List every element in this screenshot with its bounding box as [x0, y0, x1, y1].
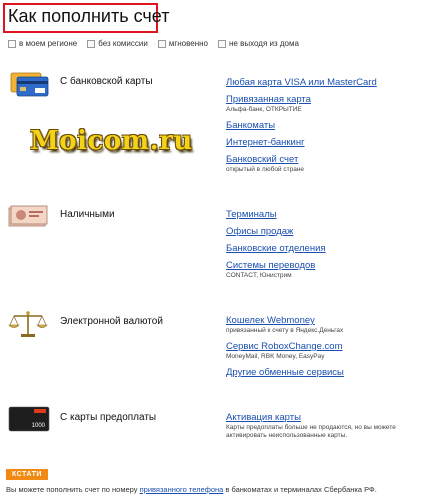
link-any-visa-mastercard[interactable]: Любая карта VISA или MasterCard [226, 77, 431, 88]
page-title: Как пополнить счет [8, 6, 170, 26]
prepaid-card-value: 1000 [32, 423, 46, 429]
footer-text-after: в банкоматах и терминалах Сбербанка РФ. [223, 485, 377, 494]
bank-card-options: Любая карта VISA или MasterCard Привязан… [226, 77, 431, 174]
link-roboxchange-note: MoneyMail, RBK Money, EasyPay [226, 353, 325, 360]
filter-label: мгновенно [168, 39, 208, 48]
filter-label: без комиссии [98, 39, 148, 48]
link-roboxchange[interactable]: Сервис RoboxChange.com [226, 341, 431, 352]
link-bank-branches[interactable]: Банковские отделения [226, 243, 431, 254]
scales-icon [8, 310, 48, 343]
link-bank-account[interactable]: Банковский счет [226, 154, 431, 165]
filter-bar: в моем регионе без комиссии мгновенно не… [8, 39, 299, 48]
link-linked-card-note: Альфа-банк, ОТКРЫТИЕ [226, 106, 302, 113]
filter-instant[interactable]: мгновенно [157, 39, 208, 48]
checkbox-icon[interactable] [218, 39, 226, 48]
link-card-activation[interactable]: Активация карты [226, 412, 432, 423]
checkbox-icon[interactable] [87, 39, 96, 48]
link-transfer-systems[interactable]: Системы переводов [226, 260, 431, 271]
cash-options: Терминалы Офисы продаж Банковские отделе… [226, 209, 431, 280]
section-label-e-currency: Электронной валютой [60, 316, 163, 327]
section-label-prepaid-card: С карты предоплаты [60, 412, 157, 423]
filter-from-home[interactable]: не выходя из дома [218, 39, 299, 48]
link-card-activation-note: Карты предоплаты больше не продаются, но… [226, 424, 396, 439]
filter-in-my-region[interactable]: в моем регионе [8, 39, 77, 48]
link-atms[interactable]: Банкоматы [226, 120, 431, 131]
checkbox-icon[interactable] [157, 39, 166, 48]
link-terminals[interactable]: Терминалы [226, 209, 431, 220]
link-internet-banking[interactable]: Интернет-банкинг [226, 137, 431, 148]
filter-label: не выходя из дома [229, 39, 299, 48]
link-sales-offices[interactable]: Офисы продаж [226, 226, 431, 237]
footer-note: Вы можете пополнить счет по номеру привя… [6, 485, 377, 494]
link-transfer-systems-note: CONTACT, Юнистрим [226, 272, 292, 279]
watermark-logo: Moicom.ru [30, 126, 193, 156]
filter-no-commission[interactable]: без комиссии [87, 39, 148, 48]
link-other-exchange-services[interactable]: Другие обменные сервисы [226, 367, 431, 378]
section-label-bank-card: С банковской карты [60, 76, 153, 87]
checkbox-icon[interactable] [8, 39, 16, 48]
banknotes-icon [8, 204, 48, 233]
bank-cards-icon [10, 72, 50, 103]
filter-label: в моем регионе [19, 39, 78, 48]
by-the-way-badge: КСТАТИ [6, 469, 48, 480]
section-label-cash: Наличными [60, 209, 115, 220]
footer-text-before: Вы можете пополнить счет по номеру [6, 485, 140, 494]
link-linked-phone[interactable]: привязанного телефона [140, 485, 224, 494]
link-webmoney-wallet[interactable]: Кошелек Webmoney [226, 315, 431, 326]
prepaid-card-icon: 1000 [8, 406, 50, 437]
e-currency-options: Кошелек Webmoney привязанный к счету в Я… [226, 315, 431, 378]
link-bank-account-note: открытый в любой стране [226, 166, 305, 173]
link-linked-card[interactable]: Привязанная карта [226, 94, 431, 105]
prepaid-card-options: Активация карты Карты предоплаты больше … [226, 412, 432, 440]
link-webmoney-wallet-note: привязанный к счету в Яндекс.Деньгах [226, 327, 344, 334]
